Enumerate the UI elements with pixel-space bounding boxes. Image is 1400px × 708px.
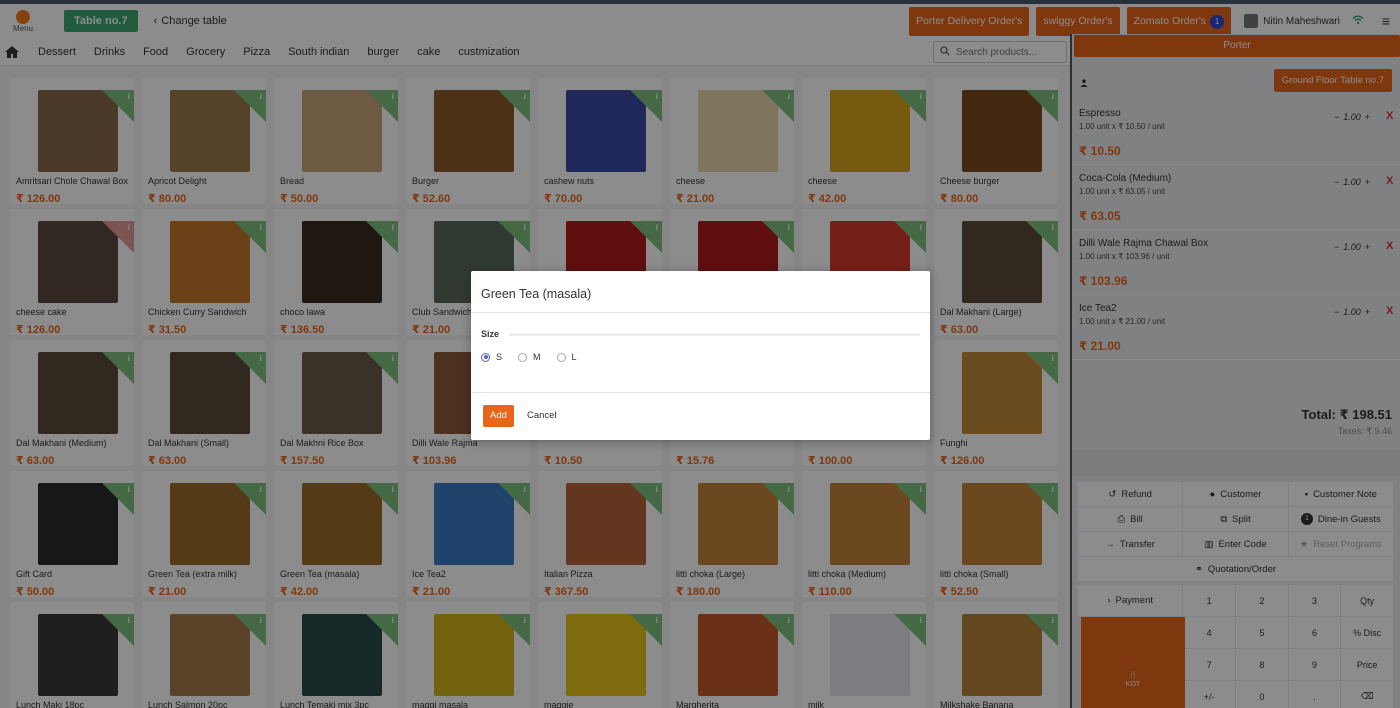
cancel-button[interactable]: Cancel — [527, 405, 557, 427]
variant-dialog: Green Tea (masala) Size S M L Add Cancel — [471, 271, 930, 440]
size-options: S M L — [481, 352, 577, 362]
size-rule — [509, 333, 920, 336]
dialog-footer-divider — [471, 392, 930, 393]
size-option-l[interactable]: L — [556, 352, 577, 362]
size-option-s[interactable]: S — [481, 352, 502, 362]
radio-icon[interactable] — [556, 352, 566, 362]
size-option-m[interactable]: M — [518, 352, 541, 362]
add-button[interactable]: Add — [483, 405, 514, 427]
size-option-label: L — [571, 352, 577, 362]
dialog-title: Green Tea (masala) — [481, 287, 592, 301]
dialog-divider — [471, 312, 930, 313]
radio-selected-icon[interactable] — [481, 352, 490, 362]
radio-icon[interactable] — [518, 352, 528, 362]
size-label: Size — [481, 329, 500, 339]
size-option-label: S — [496, 352, 503, 362]
size-option-label: M — [533, 352, 541, 362]
